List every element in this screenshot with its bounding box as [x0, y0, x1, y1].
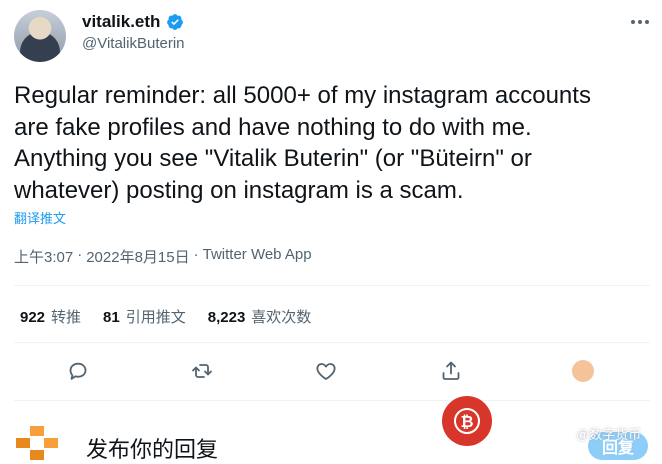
tweet-text: Regular reminder: all 5000+ of my instag…: [14, 82, 591, 204]
reply-button[interactable]: [63, 356, 93, 386]
divider: [14, 342, 650, 343]
bitcoin-icon: ₿: [454, 408, 480, 434]
stat-likes-value: 8,223: [207, 309, 246, 326]
svg-text:₿: ₿: [460, 412, 473, 431]
user-logo-icon: [16, 426, 58, 460]
divider: [14, 400, 650, 401]
stat-retweets-value: 922: [20, 309, 46, 326]
meta-separator: ·: [193, 246, 199, 263]
tip-icon: [572, 360, 594, 382]
tweet-stats: 922 转推 81 引用推文 8,223 喜欢次数: [20, 306, 311, 327]
reply-input[interactable]: 发布你的回复: [86, 432, 218, 464]
stat-retweets[interactable]: 922 转推: [20, 306, 81, 327]
watermark-text: @数字货币: [576, 427, 642, 442]
stat-quotes[interactable]: 81 引用推文: [103, 306, 186, 327]
retweet-button[interactable]: [187, 356, 217, 386]
share-button[interactable]: [436, 356, 466, 386]
tip-button[interactable]: [568, 356, 598, 386]
stat-likes[interactable]: 8,223 喜欢次数: [208, 306, 312, 327]
tweet-source[interactable]: Twitter Web App: [203, 246, 312, 267]
stat-likes-label: 喜欢次数: [251, 309, 312, 326]
divider: [14, 285, 650, 286]
author-display-name[interactable]: vitalik.eth: [82, 12, 160, 32]
avatar[interactable]: [14, 10, 66, 62]
tweet-date[interactable]: 2022年8月15日: [86, 246, 189, 267]
more-options-button[interactable]: [628, 10, 652, 34]
tweet-meta: 上午3:07 · 2022年8月15日 · Twitter Web App: [14, 246, 312, 267]
retweet-icon: [192, 364, 212, 378]
stat-quotes-label: 引用推文: [125, 309, 186, 326]
stat-retweets-label: 转推: [51, 309, 82, 326]
heart-icon: [316, 363, 336, 380]
watermark-logo-icon: ₿: [442, 396, 492, 446]
translate-tweet-link[interactable]: 翻译推文: [14, 208, 66, 227]
reply-icon: [69, 362, 87, 380]
meta-separator: ·: [77, 246, 83, 263]
author-handle[interactable]: @VitalikButerin: [82, 35, 185, 52]
verified-badge-icon: [167, 14, 184, 30]
more-dots-icon: [631, 20, 649, 24]
share-icon: [442, 361, 460, 380]
action-bar: [0, 356, 662, 388]
author-name-row[interactable]: vitalik.eth: [82, 12, 184, 32]
tweet-time[interactable]: 上午3:07: [14, 246, 73, 267]
stat-quotes-value: 81: [103, 309, 120, 326]
like-button[interactable]: [311, 356, 341, 386]
